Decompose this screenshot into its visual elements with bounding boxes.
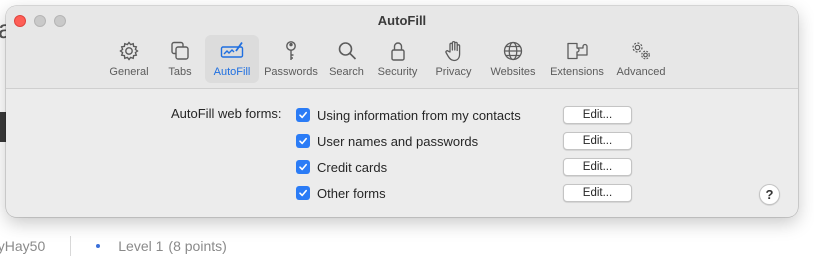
autofill-web-forms-label: AutoFill web forms: (171, 106, 282, 121)
tab-label: Websites (490, 66, 536, 78)
key-icon (286, 41, 296, 60)
tab-label: Search (329, 66, 364, 78)
gear-icon (119, 41, 139, 61)
tabs-icon (171, 41, 189, 60)
tab-label: General (109, 66, 149, 78)
autofill-icon (220, 41, 244, 58)
tab-autofill[interactable]: AutoFill (205, 35, 259, 83)
tab-privacy[interactable]: Privacy (425, 35, 482, 83)
background-level: Level 1 (118, 238, 164, 254)
lock-icon (390, 42, 405, 61)
option-label: Credit cards (317, 159, 388, 175)
usernames-passwords-checkbox[interactable] (296, 134, 310, 148)
tab-label: Security (377, 66, 418, 78)
edit-passwords-button[interactable]: Edit... (563, 132, 632, 150)
preferences-toolbar: General Tabs AutoFill Passwords Search S… (103, 35, 672, 83)
tab-label: Privacy (435, 66, 472, 78)
tab-advanced[interactable]: Advanced (610, 35, 672, 83)
option-credit-cards: Credit cards (296, 157, 387, 177)
puzzle-icon (567, 42, 588, 60)
preferences-window: AutoFill General Tabs AutoFill Passwords… (6, 6, 798, 217)
checkmark-icon (299, 111, 307, 119)
background-footer: eyHay50 Level 1 (8 points) (0, 236, 227, 256)
divider (70, 236, 72, 256)
window-title: AutoFill (377, 13, 427, 28)
contacts-checkbox[interactable] (296, 108, 310, 122)
tab-security[interactable]: Security (370, 35, 425, 83)
tab-label: Tabs (168, 66, 192, 78)
bullet-dot (96, 244, 101, 248)
background-username[interactable]: eyHay50 (0, 238, 45, 254)
tab-label: Advanced (616, 66, 666, 78)
checkmark-icon (299, 189, 307, 197)
checkmark-icon (299, 137, 307, 145)
search-icon (338, 42, 356, 60)
globe-icon (503, 41, 523, 61)
background-points: (8 points) (168, 238, 227, 254)
option-usernames-passwords: User names and passwords (296, 131, 478, 151)
tab-label: Extensions (550, 66, 604, 78)
help-button[interactable]: ? (759, 184, 780, 205)
titlebar: AutoFill General Tabs AutoFill Passwords… (6, 6, 798, 89)
edit-contacts-button[interactable]: Edit... (563, 106, 632, 124)
tab-tabs[interactable]: Tabs (155, 35, 205, 83)
credit-cards-checkbox[interactable] (296, 160, 310, 174)
tab-general[interactable]: General (103, 35, 155, 83)
hand-icon (444, 41, 460, 62)
option-label: Using information from my contacts (317, 107, 521, 123)
option-label: Other forms (317, 185, 386, 201)
tab-extensions[interactable]: Extensions (544, 35, 610, 83)
autofill-pane: AutoFill web forms: Using information fr… (6, 89, 798, 217)
tab-label: Passwords (264, 66, 318, 78)
gears-icon (632, 42, 650, 60)
tab-label: AutoFill (213, 66, 251, 78)
checkmark-icon (299, 163, 307, 171)
edit-other-forms-button[interactable]: Edit... (563, 184, 632, 202)
tab-passwords[interactable]: Passwords (259, 35, 323, 83)
option-label: User names and passwords (317, 133, 479, 149)
option-other-forms: Other forms (296, 183, 386, 203)
edit-credit-cards-button[interactable]: Edit... (563, 158, 632, 176)
tab-websites[interactable]: Websites (482, 35, 544, 83)
option-contacts: Using information from my contacts (296, 105, 521, 125)
tab-search[interactable]: Search (323, 35, 370, 83)
other-forms-checkbox[interactable] (296, 186, 310, 200)
